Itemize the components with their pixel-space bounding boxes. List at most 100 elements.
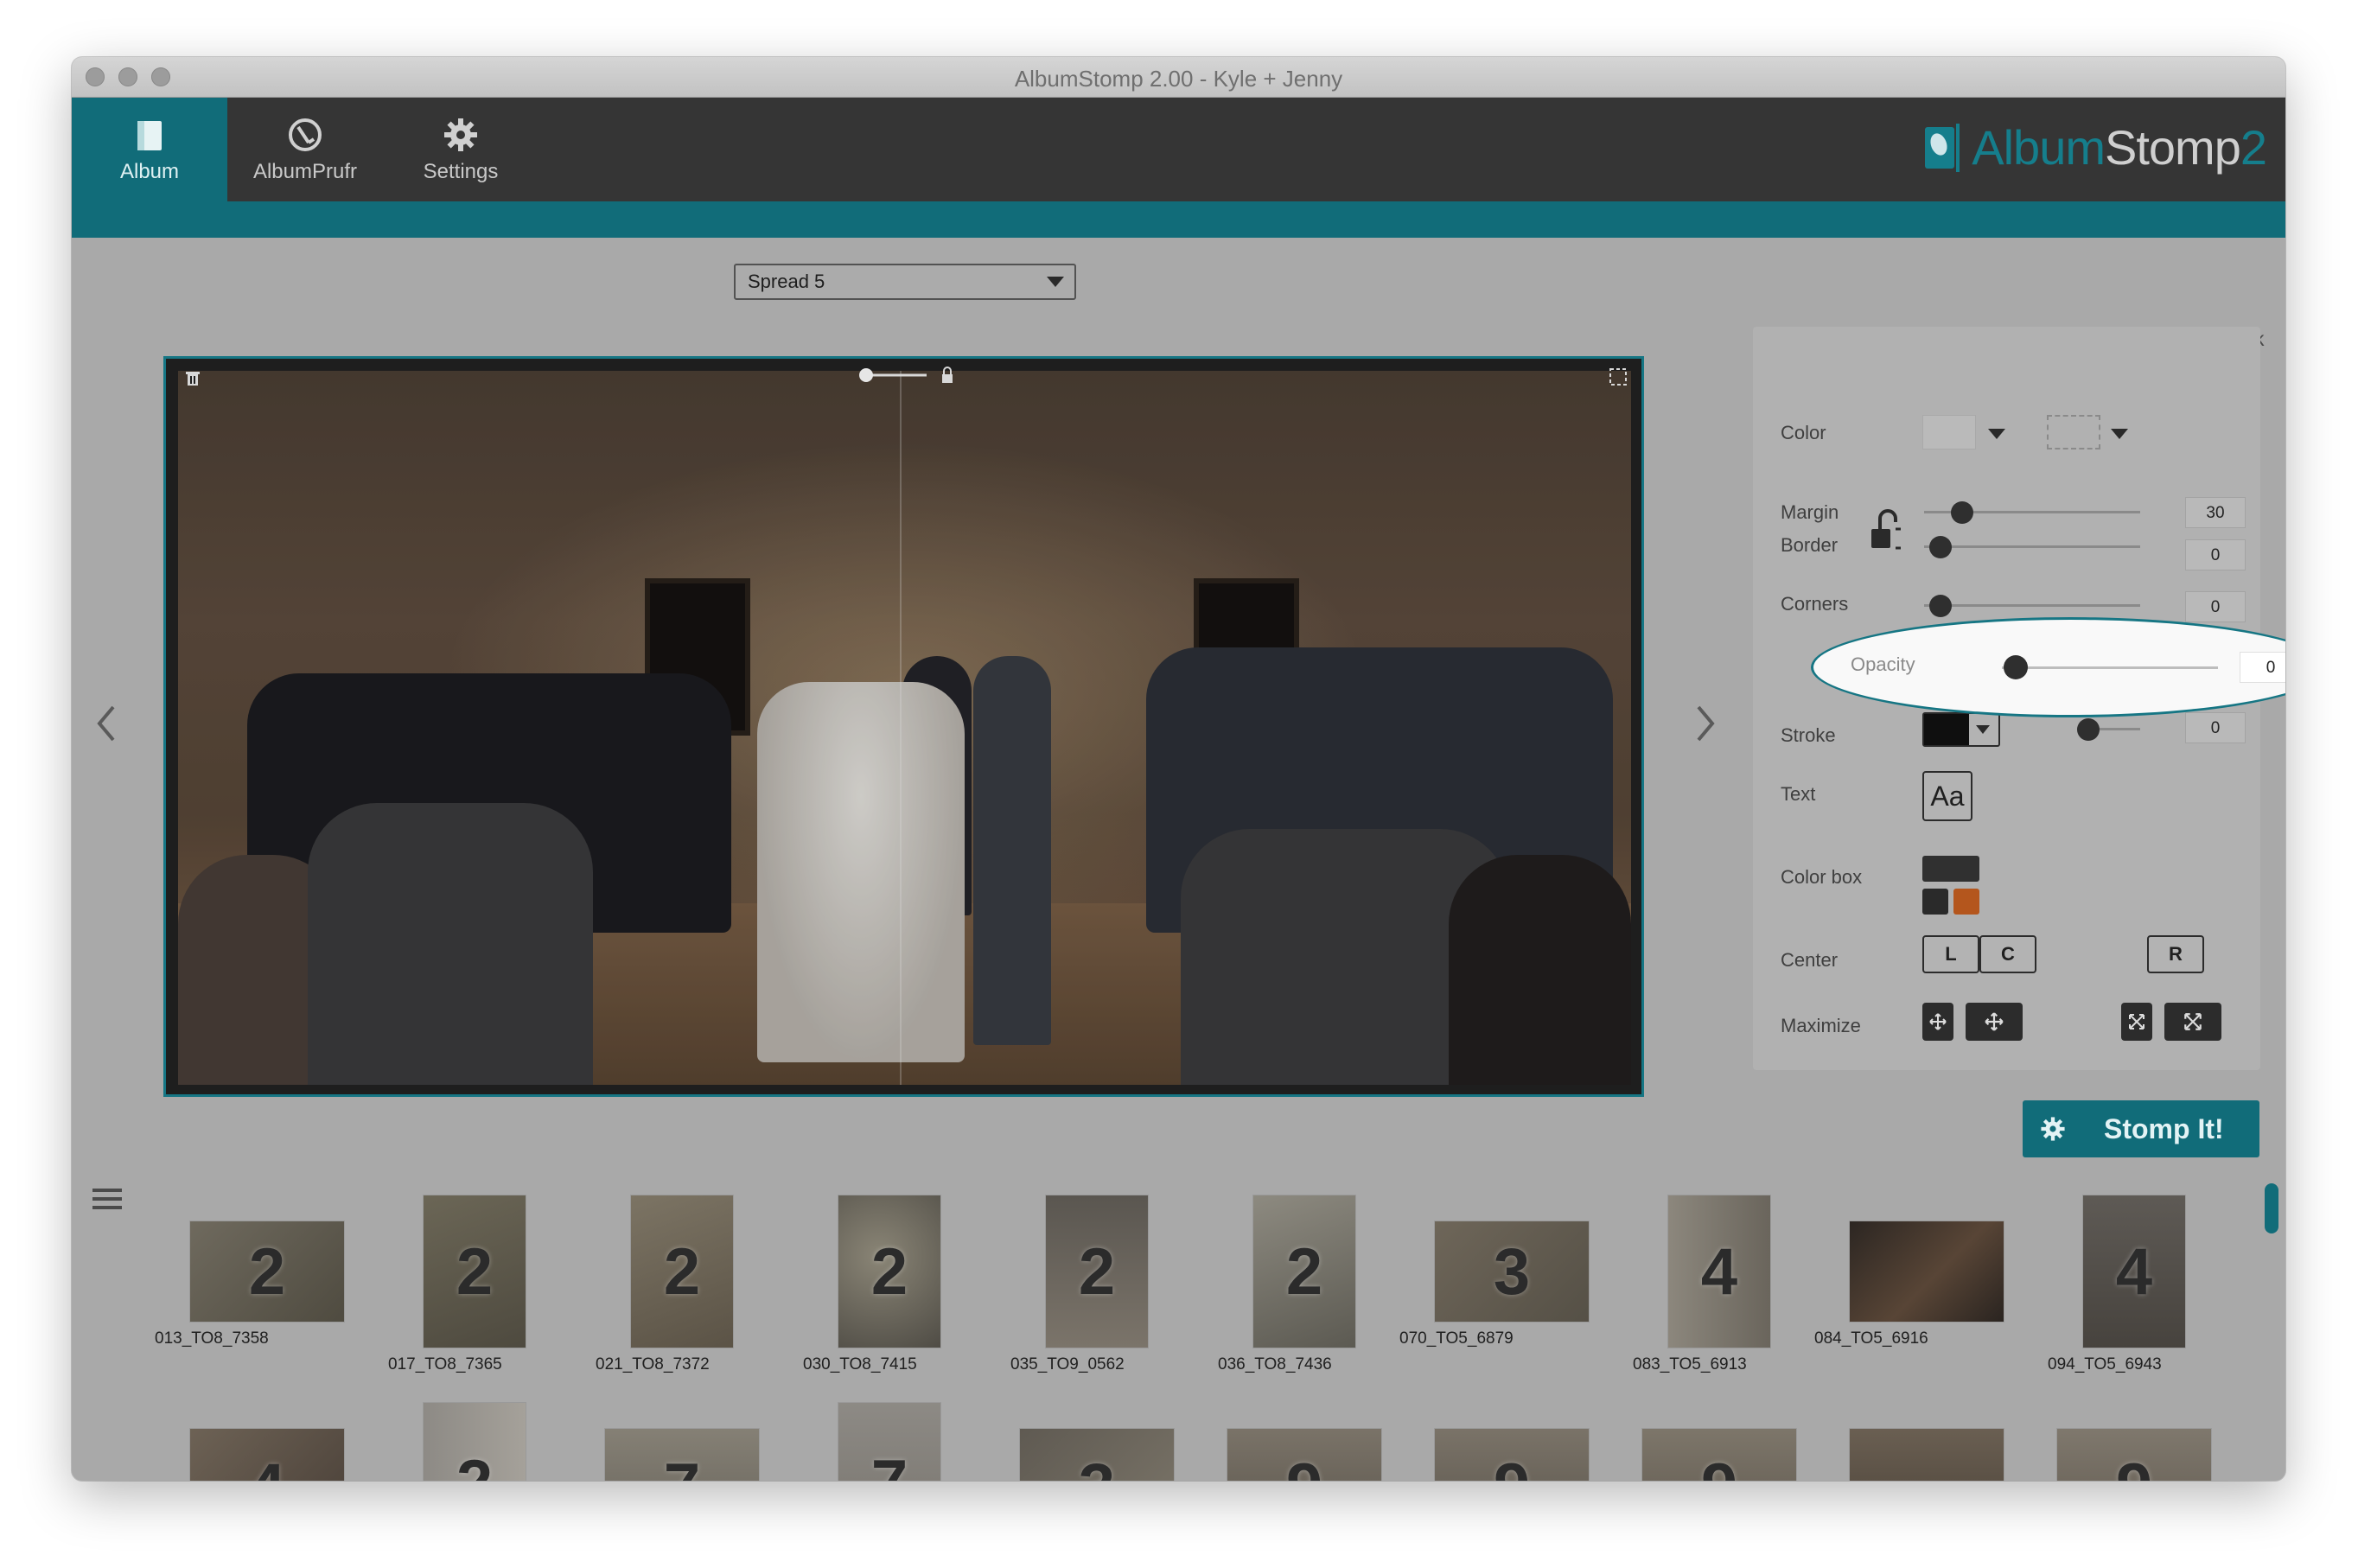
colorbox-dark-button[interactable] [1922,889,1948,915]
thumbnail-image: 9 [1227,1428,1382,1481]
color-outline-swatch[interactable] [2047,415,2100,449]
expand-arrows-icon [2129,1014,2145,1029]
thumbnail-image: 2 [423,1402,526,1481]
opacity-label: Opacity [1851,653,1915,675]
margin-value-input[interactable]: 30 [2185,497,2246,528]
previous-spread-icon[interactable] [91,702,122,745]
nav-settings-button[interactable]: Settings [383,98,539,201]
photo-zoom-slider-icon[interactable] [857,366,961,385]
thumbnail-image: 7 [604,1428,760,1481]
thumbnail-image: 2 [1252,1195,1356,1348]
thumbnail-image: 9 [1641,1428,1797,1481]
stroke-slider-knob[interactable] [2077,718,2100,741]
toolbar-accent-strip [72,201,2285,238]
thumbnail-image: 2 [189,1221,345,1323]
thumbnail-label: 030_TO8_7415 [803,1355,917,1374]
gear-icon [2023,1116,2083,1142]
thumbnail-image: 4 [1667,1195,1771,1348]
thumbnail-image: 3 [1434,1221,1590,1323]
thumbnail-label: 036_TO8_7436 [1218,1355,1332,1374]
nav-settings-label: Settings [423,160,499,183]
thumbnail-label: 083_TO5_6913 [1633,1355,1747,1374]
logo-text: AlbumStomp2 [1972,120,2267,175]
opacity-slider-track[interactable] [2002,666,2218,669]
stomp-it-button[interactable]: Stomp It! [2023,1100,2259,1157]
border-slider-track[interactable] [1924,545,2140,548]
thumbnail-image: 2 [630,1195,734,1348]
colorbox-wide-button[interactable] [1922,856,1979,882]
margin-slider-knob[interactable] [1951,501,1973,524]
albumstomp-logo: AlbumStomp2 [1923,113,2267,182]
stomp-it-label: Stomp It! [2104,1112,2224,1144]
thumbnail-label: 084_TO5_6916 [1814,1329,1928,1348]
spread-canvas[interactable] [163,356,1644,1097]
colorbox-label: Color box [1781,866,1863,888]
color-fill-swatch[interactable] [1922,415,1976,449]
photo-dim-overlay [178,371,1631,1085]
stroke-color-select[interactable] [1922,712,2000,747]
nav-album-label: Album [119,160,180,183]
stroke-value-input[interactable]: 0 [2185,712,2246,743]
trash-icon[interactable] [185,369,201,386]
thumbnail-image: 2 [838,1195,941,1348]
app-window: AlbumStomp 2.00 - Kyle + Jenny Album Alb… [72,57,2285,1481]
album-icon [135,115,164,155]
logo-mark-icon [1925,124,1960,172]
thumbnail-image: 2 [1045,1195,1149,1348]
spread-photo[interactable] [178,371,1631,1085]
thumbnail-label: 017_TO8_7365 [388,1355,502,1374]
corners-label: Corners [1781,593,1849,615]
thumbnail-label: 035_TO9_0562 [1010,1355,1125,1374]
next-spread-icon[interactable] [1690,702,1721,745]
color-fill-dropdown-icon[interactable] [1988,429,2005,439]
expand-icon[interactable] [1609,367,1628,386]
center-right-button[interactable]: R [2147,935,2204,973]
thumbnail-image: 7 [838,1402,941,1481]
opacity-slider-knob[interactable] [2004,655,2028,679]
thumbnail-scrollbar-thumb[interactable] [2265,1183,2278,1233]
chevron-down-icon [1047,277,1064,287]
color-outline-dropdown-icon[interactable] [2111,429,2128,439]
thumbnail-image: 2 [423,1195,526,1348]
main-toolbar: Album AlbumPrufr Settings AlbumStomp2 [72,98,2285,201]
margin-label: Margin [1781,501,1839,523]
maximize-label: Maximize [1781,1015,1861,1036]
corners-value-input[interactable]: 0 [2185,591,2246,622]
menu-icon[interactable] [91,1186,124,1212]
title-bar: AlbumStomp 2.00 - Kyle + Jenny [72,57,2285,98]
thumbnail-image: 9 [1434,1428,1590,1481]
nav-albumprufr-button[interactable]: AlbumPrufr [227,98,383,201]
window-title: AlbumStomp 2.00 - Kyle + Jenny [1014,66,1343,92]
nav-album-button[interactable]: Album [72,98,227,201]
expand-arrows-icon [2184,1013,2202,1030]
border-slider-knob[interactable] [1929,536,1952,558]
add-text-button[interactable]: Aa [1922,771,1972,821]
border-value-input[interactable]: 0 [2185,539,2246,570]
colorbox-orange-button[interactable] [1953,889,1979,915]
maximize-move-large-button[interactable] [1966,1003,2023,1041]
thumbnail-label: 094_TO5_6943 [2048,1355,2162,1374]
corners-slider-track[interactable] [1924,604,2140,607]
maximize-move-small-button[interactable] [1922,1003,1953,1041]
maximize-expand-large-button[interactable] [2164,1003,2221,1041]
nav-albumprufr-label: AlbumPrufr [252,160,358,183]
corners-slider-knob[interactable] [1929,595,1952,617]
text-label: Text [1781,783,1816,805]
thumbnail-label: 013_TO8_7358 [155,1329,269,1348]
color-label: Color [1781,422,1826,443]
maximize-expand-small-button[interactable] [2121,1003,2152,1041]
center-center-button[interactable]: C [1979,935,2036,973]
thumbnail-image: 3 [1019,1428,1175,1481]
center-label: Center [1781,949,1839,971]
move-icon [1985,1012,2004,1031]
thumbnail-image: 4 [2082,1195,2186,1348]
thumbnail-image [1849,1428,2004,1481]
stroke-color-swatch [1924,714,1969,745]
spread-select[interactable]: Spread 5 [734,264,1076,300]
opacity-value-input[interactable]: 0 [2240,652,2285,683]
center-left-button[interactable]: L [1922,935,1979,973]
unlock-icon[interactable] [1868,507,1902,555]
border-label: Border [1781,534,1839,556]
thumbnail-image [1849,1221,2004,1323]
stroke-label: Stroke [1781,724,1836,746]
